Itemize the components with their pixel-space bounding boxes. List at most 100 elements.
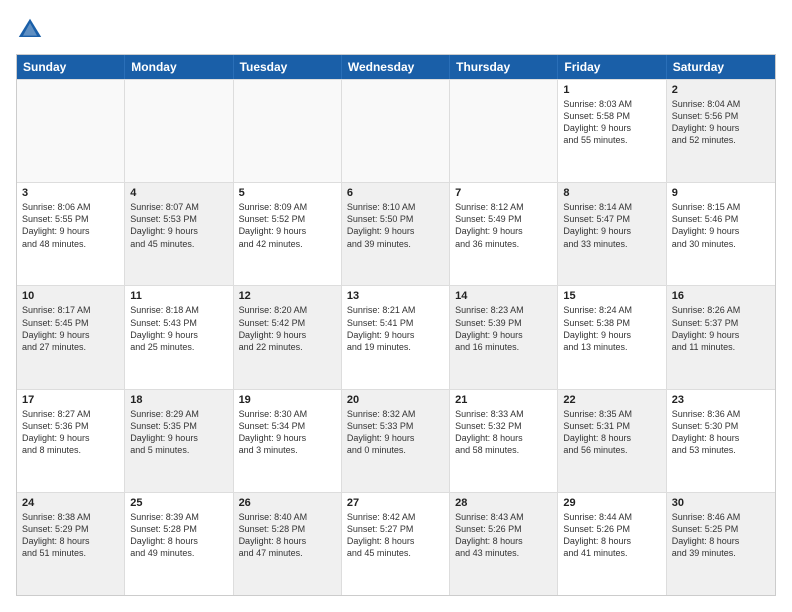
header-day-sunday: Sunday — [17, 55, 125, 79]
day-cell-16: 16 Sunrise: 8:26 AM Sunset: 5:37 PM Dayli… — [667, 286, 775, 388]
day-info: Sunrise: 8:46 AM Sunset: 5:25 PM Dayligh… — [672, 511, 770, 560]
day-info: Sunrise: 8:42 AM Sunset: 5:27 PM Dayligh… — [347, 511, 444, 560]
day-info: Sunrise: 8:27 AM Sunset: 5:36 PM Dayligh… — [22, 408, 119, 457]
calendar-row-2: 10 Sunrise: 8:17 AM Sunset: 5:45 PM Dayli… — [17, 285, 775, 388]
day-info: Sunrise: 8:40 AM Sunset: 5:28 PM Dayligh… — [239, 511, 336, 560]
day-info: Sunrise: 8:29 AM Sunset: 5:35 PM Dayligh… — [130, 408, 227, 457]
day-number: 6 — [347, 187, 444, 199]
day-cell-11: 11Sunrise: 8:18 AM Sunset: 5:43 PM Dayli… — [125, 286, 233, 388]
day-info: Sunrise: 8:10 AM Sunset: 5:50 PM Dayligh… — [347, 201, 444, 250]
header-day-tuesday: Tuesday — [234, 55, 342, 79]
day-number: 1 — [563, 84, 660, 96]
day-cell-23: 23 Sunrise: 8:36 AM Sunset: 5:30 PM Dayli… — [667, 390, 775, 492]
day-cell-10: 10 Sunrise: 8:17 AM Sunset: 5:45 PM Dayli… — [17, 286, 125, 388]
day-info: Sunrise: 8:09 AM Sunset: 5:52 PM Dayligh… — [239, 201, 336, 250]
day-info: Sunrise: 8:30 AM Sunset: 5:34 PM Dayligh… — [239, 408, 336, 457]
day-number: 3 — [22, 187, 119, 199]
day-number: 16 — [672, 290, 770, 302]
day-number: 24 — [22, 497, 119, 509]
day-number: 27 — [347, 497, 444, 509]
day-number: 9 — [672, 187, 770, 199]
day-number: 26 — [239, 497, 336, 509]
day-cell-9: 9 Sunrise: 8:15 AM Sunset: 5:46 PM Daylig… — [667, 183, 775, 285]
calendar-row-1: 3 Sunrise: 8:06 AM Sunset: 5:55 PM Daylig… — [17, 182, 775, 285]
day-cell-26: 26 Sunrise: 8:40 AM Sunset: 5:28 PM Dayli… — [234, 493, 342, 595]
day-info: Sunrise: 8:21 AM Sunset: 5:41 PM Dayligh… — [347, 304, 444, 353]
day-number: 10 — [22, 290, 119, 302]
day-number: 12 — [239, 290, 336, 302]
day-number: 18 — [130, 394, 227, 406]
day-number: 23 — [672, 394, 770, 406]
empty-cell — [125, 80, 233, 182]
header-day-wednesday: Wednesday — [342, 55, 450, 79]
calendar-header: SundayMondayTuesdayWednesdayThursdayFrid… — [17, 55, 775, 79]
page: SundayMondayTuesdayWednesdayThursdayFrid… — [0, 0, 792, 612]
calendar: SundayMondayTuesdayWednesdayThursdayFrid… — [16, 54, 776, 596]
header-day-thursday: Thursday — [450, 55, 558, 79]
day-cell-21: 21Sunrise: 8:33 AM Sunset: 5:32 PM Dayli… — [450, 390, 558, 492]
day-info: Sunrise: 8:23 AM Sunset: 5:39 PM Dayligh… — [455, 304, 552, 353]
day-info: Sunrise: 8:07 AM Sunset: 5:53 PM Dayligh… — [130, 201, 227, 250]
day-number: 8 — [563, 187, 660, 199]
day-cell-24: 24 Sunrise: 8:38 AM Sunset: 5:29 PM Dayli… — [17, 493, 125, 595]
day-info: Sunrise: 8:43 AM Sunset: 5:26 PM Dayligh… — [455, 511, 552, 560]
header — [16, 16, 776, 44]
day-info: Sunrise: 8:17 AM Sunset: 5:45 PM Dayligh… — [22, 304, 119, 353]
day-cell-30: 30 Sunrise: 8:46 AM Sunset: 5:25 PM Dayli… — [667, 493, 775, 595]
day-info: Sunrise: 8:24 AM Sunset: 5:38 PM Dayligh… — [563, 304, 660, 353]
empty-cell — [342, 80, 450, 182]
day-cell-4: 4 Sunrise: 8:07 AM Sunset: 5:53 PM Daylig… — [125, 183, 233, 285]
day-info: Sunrise: 8:39 AM Sunset: 5:28 PM Dayligh… — [130, 511, 227, 560]
logo — [16, 16, 48, 44]
day-info: Sunrise: 8:33 AM Sunset: 5:32 PM Dayligh… — [455, 408, 552, 457]
day-cell-19: 19Sunrise: 8:30 AM Sunset: 5:34 PM Dayli… — [234, 390, 342, 492]
logo-icon — [16, 16, 44, 44]
day-cell-7: 7Sunrise: 8:12 AM Sunset: 5:49 PM Daylig… — [450, 183, 558, 285]
day-cell-27: 27 Sunrise: 8:42 AM Sunset: 5:27 PM Dayli… — [342, 493, 450, 595]
day-number: 28 — [455, 497, 552, 509]
day-number: 4 — [130, 187, 227, 199]
day-cell-28: 28 Sunrise: 8:43 AM Sunset: 5:26 PM Dayli… — [450, 493, 558, 595]
day-info: Sunrise: 8:32 AM Sunset: 5:33 PM Dayligh… — [347, 408, 444, 457]
empty-cell — [450, 80, 558, 182]
day-info: Sunrise: 8:03 AM Sunset: 5:58 PM Dayligh… — [563, 98, 660, 147]
day-cell-12: 12 Sunrise: 8:20 AM Sunset: 5:42 PM Dayli… — [234, 286, 342, 388]
day-info: Sunrise: 8:44 AM Sunset: 5:26 PM Dayligh… — [563, 511, 660, 560]
day-info: Sunrise: 8:15 AM Sunset: 5:46 PM Dayligh… — [672, 201, 770, 250]
day-info: Sunrise: 8:38 AM Sunset: 5:29 PM Dayligh… — [22, 511, 119, 560]
day-info: Sunrise: 8:04 AM Sunset: 5:56 PM Dayligh… — [672, 98, 770, 147]
day-cell-5: 5 Sunrise: 8:09 AM Sunset: 5:52 PM Daylig… — [234, 183, 342, 285]
day-info: Sunrise: 8:26 AM Sunset: 5:37 PM Dayligh… — [672, 304, 770, 353]
calendar-row-0: 1 Sunrise: 8:03 AM Sunset: 5:58 PM Daylig… — [17, 79, 775, 182]
calendar-body: 1 Sunrise: 8:03 AM Sunset: 5:58 PM Daylig… — [17, 79, 775, 595]
calendar-row-4: 24 Sunrise: 8:38 AM Sunset: 5:29 PM Dayli… — [17, 492, 775, 595]
day-info: Sunrise: 8:35 AM Sunset: 5:31 PM Dayligh… — [563, 408, 660, 457]
day-cell-6: 6 Sunrise: 8:10 AM Sunset: 5:50 PM Daylig… — [342, 183, 450, 285]
day-cell-22: 22Sunrise: 8:35 AM Sunset: 5:31 PM Dayli… — [558, 390, 666, 492]
day-cell-29: 29 Sunrise: 8:44 AM Sunset: 5:26 PM Dayli… — [558, 493, 666, 595]
header-day-monday: Monday — [125, 55, 233, 79]
day-info: Sunrise: 8:18 AM Sunset: 5:43 PM Dayligh… — [130, 304, 227, 353]
header-day-friday: Friday — [558, 55, 666, 79]
day-info: Sunrise: 8:12 AM Sunset: 5:49 PM Dayligh… — [455, 201, 552, 250]
day-cell-15: 15 Sunrise: 8:24 AM Sunset: 5:38 PM Dayli… — [558, 286, 666, 388]
day-cell-18: 18 Sunrise: 8:29 AM Sunset: 5:35 PM Dayli… — [125, 390, 233, 492]
day-info: Sunrise: 8:20 AM Sunset: 5:42 PM Dayligh… — [239, 304, 336, 353]
calendar-row-3: 17 Sunrise: 8:27 AM Sunset: 5:36 PM Dayli… — [17, 389, 775, 492]
day-cell-8: 8Sunrise: 8:14 AM Sunset: 5:47 PM Daylig… — [558, 183, 666, 285]
day-number: 29 — [563, 497, 660, 509]
day-number: 13 — [347, 290, 444, 302]
day-info: Sunrise: 8:06 AM Sunset: 5:55 PM Dayligh… — [22, 201, 119, 250]
day-number: 20 — [347, 394, 444, 406]
day-cell-13: 13 Sunrise: 8:21 AM Sunset: 5:41 PM Dayli… — [342, 286, 450, 388]
day-cell-14: 14Sunrise: 8:23 AM Sunset: 5:39 PM Dayli… — [450, 286, 558, 388]
day-number: 17 — [22, 394, 119, 406]
day-info: Sunrise: 8:36 AM Sunset: 5:30 PM Dayligh… — [672, 408, 770, 457]
header-day-saturday: Saturday — [667, 55, 775, 79]
day-cell-25: 25Sunrise: 8:39 AM Sunset: 5:28 PM Dayli… — [125, 493, 233, 595]
day-cell-17: 17 Sunrise: 8:27 AM Sunset: 5:36 PM Dayli… — [17, 390, 125, 492]
day-cell-3: 3 Sunrise: 8:06 AM Sunset: 5:55 PM Daylig… — [17, 183, 125, 285]
day-number: 30 — [672, 497, 770, 509]
day-number: 5 — [239, 187, 336, 199]
day-number: 15 — [563, 290, 660, 302]
